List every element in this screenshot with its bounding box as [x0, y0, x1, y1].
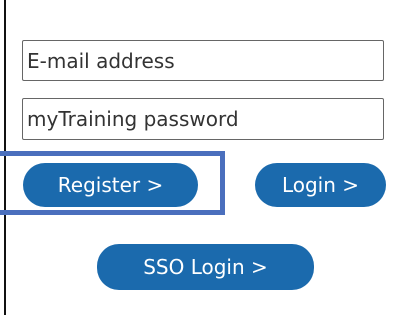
register-button[interactable]: Register > [23, 163, 198, 207]
sso-login-button[interactable]: SSO Login > [97, 244, 314, 290]
register-button-label: Register > [57, 173, 164, 197]
login-button[interactable]: Login > [255, 163, 386, 207]
login-button-label: Login > [281, 173, 360, 197]
password-field[interactable] [22, 98, 384, 140]
sso-login-button-label: SSO Login > [143, 255, 268, 279]
email-field[interactable] [22, 40, 384, 81]
panel-left-border [4, 0, 6, 315]
